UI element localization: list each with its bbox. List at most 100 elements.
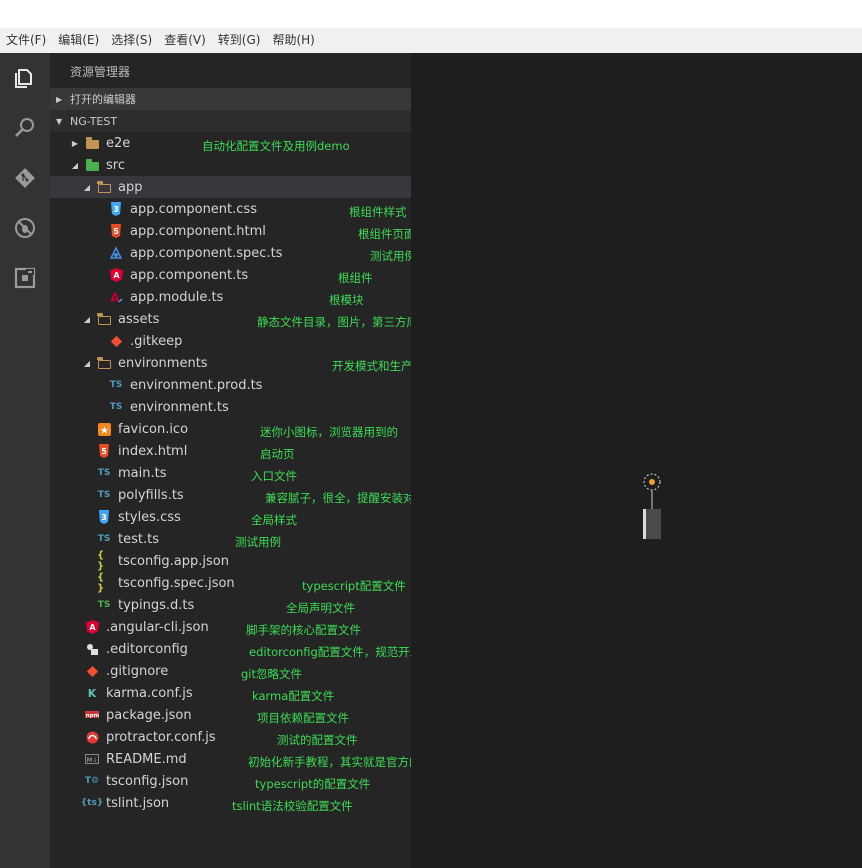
svg-text:A: A <box>113 271 120 280</box>
explorer-icon[interactable] <box>10 63 40 93</box>
annotation-text: 根组件样式 <box>349 205 407 219</box>
git-icon[interactable] <box>10 163 40 193</box>
tree-item[interactable]: ◢ assets 静态文件目录，图片，第三方库什么的 <box>50 308 411 330</box>
json-icon: { } <box>97 572 105 594</box>
annotation-text: 兼容腻子，很全，提醒安装对应的，让你可以兼容到IE10和es6&7的语法 <box>265 491 411 505</box>
annotation-text: 启动页 <box>260 447 295 461</box>
tree-item[interactable]: protractor.conf.js 测试的配置文件 <box>50 726 411 748</box>
tree-item-label: .gitignore <box>106 663 169 679</box>
annotation-text: git忽略文件 <box>241 667 303 681</box>
chevron-down-icon[interactable]: ◢ <box>82 315 92 324</box>
annotation-text: 项目依赖配置文件 <box>257 711 349 725</box>
tree-item[interactable]: {ts} tslint.json tslint语法校验配置文件 <box>50 792 411 814</box>
tree-item[interactable]: { } tsconfig.spec.json typescript配置文件 <box>50 572 411 594</box>
git-icon <box>85 664 99 678</box>
tree-item[interactable]: 5 index.html 启动页 <box>50 440 411 462</box>
css-icon: 3 <box>109 202 123 216</box>
tree-item-label: tsconfig.app.json <box>118 553 229 569</box>
menu-item-2[interactable]: 选择(S) <box>105 28 158 53</box>
tree-item-label: test.ts <box>118 531 159 547</box>
menu-item-5[interactable]: 帮助(H) <box>266 28 320 53</box>
tree-item[interactable]: Kkarma.conf.js karma配置文件 <box>50 682 411 704</box>
tree-item-label: favicon.ico <box>118 421 189 437</box>
tree-item[interactable]: M↓ README.md 初始化新手教程，其实就是官方的readme <box>50 748 411 770</box>
annotation-text: 自动化配置文件及用例demo <box>202 139 350 153</box>
tree-item[interactable]: TS typings.d.ts 全局声明文件 <box>50 594 411 616</box>
annotation-text: typescript配置文件 <box>302 579 406 593</box>
html-icon: 5 <box>109 224 123 238</box>
folder-icon <box>85 136 99 150</box>
tree-item[interactable]: app.component.spec.ts 测试用例的例子 <box>50 242 411 264</box>
tree-item[interactable]: T⚙ tsconfig.json typescript的配置文件 <box>50 770 411 792</box>
tree-item[interactable]: .editorconfig editorconfig配置文件，规范开发用的 <box>50 638 411 660</box>
tree-item[interactable]: TS main.ts 入口文件 <box>50 462 411 484</box>
npm-icon: npm <box>85 708 99 722</box>
svg-text:npm: npm <box>86 713 99 719</box>
menu-item-0[interactable]: 文件(F) <box>0 28 52 53</box>
tree-item[interactable]: TS environment.prod.ts <box>50 374 411 396</box>
tree-item[interactable]: .gitkeep <box>50 330 411 352</box>
menu-item-4[interactable]: 转到(G) <box>212 28 267 53</box>
open-editors-label: 打开的编辑器 <box>70 93 136 106</box>
svg-text:★: ★ <box>100 425 109 436</box>
chevron-down-icon[interactable]: ◢ <box>82 183 92 192</box>
tree-item[interactable]: 3 app.component.css 根组件样式 <box>50 198 411 220</box>
debug-icon[interactable] <box>10 213 40 243</box>
editor-area <box>411 53 862 868</box>
tree-item[interactable]: 3 styles.css 全局样式 <box>50 506 411 528</box>
search-icon[interactable] <box>10 113 40 143</box>
tree-item[interactable]: ▶ e2e 自动化配置文件及用例demo <box>50 132 411 154</box>
menu-item-3[interactable]: 查看(V) <box>158 28 212 53</box>
annotation-text: 初始化新手教程，其实就是官方的readme <box>248 755 411 769</box>
spec-icon <box>109 246 123 260</box>
tree-item-label: .gitkeep <box>130 333 183 349</box>
tree-item[interactable]: .gitignore git忽略文件 <box>50 660 411 682</box>
tree-item[interactable]: TS polyfills.ts 兼容腻子，很全，提醒安装对应的，让你可以兼容到IE1… <box>50 484 411 506</box>
extensions-icon[interactable] <box>10 263 40 293</box>
tree-item-label: environments <box>118 355 208 371</box>
open-editors-header[interactable]: ▶ 打开的编辑器 <box>50 88 411 110</box>
json-icon: { } <box>97 550 105 572</box>
tree-item-label: environment.ts <box>130 399 229 415</box>
tree-item-label: README.md <box>106 751 187 767</box>
annotation-text: 全局声明文件 <box>286 601 355 615</box>
tree-item[interactable]: TS environment.ts <box>50 396 411 418</box>
tree-item[interactable]: { } tsconfig.app.json <box>50 550 411 572</box>
ts-icon: TS <box>97 534 111 544</box>
annotation-text: 根组件页面 <box>358 227 411 241</box>
tree-item[interactable]: TS test.ts 测试用例 <box>50 528 411 550</box>
tree-item[interactable]: Aapp.module.ts 根模块 <box>50 286 411 308</box>
chevron-down-icon[interactable]: ◢ <box>70 161 80 170</box>
tree-item[interactable]: ◢ app <box>50 176 411 198</box>
annotation-text: 根组件 <box>338 271 373 285</box>
project-header[interactable]: ▼ NG-TEST <box>50 110 411 132</box>
chevron-down-icon[interactable]: ◢ <box>82 359 92 368</box>
tree-item[interactable]: npm package.json 项目依赖配置文件 <box>50 704 411 726</box>
annotation-text: 开发模式和生产模式的配置文件，你可以把接口的根路径写在这里 <box>332 359 411 373</box>
tree-item[interactable]: ◢ environments 开发模式和生产模式的配置文件，你可以把接口的根路径写在… <box>50 352 411 374</box>
tree-item[interactable]: ★ favicon.ico 迷你小图标，浏览器用到的 <box>50 418 411 440</box>
annotation-text: 测试用例的例子 <box>370 249 411 263</box>
tree-item[interactable]: A .angular-cli.json 脚手架的核心配置文件 <box>50 616 411 638</box>
tree-item-label: app.module.ts <box>130 289 224 305</box>
svg-text:3: 3 <box>113 205 119 214</box>
tree-item-label: app.component.html <box>130 223 266 239</box>
tree-item-label: tsconfig.spec.json <box>118 575 235 591</box>
annotation-text: typescript的配置文件 <box>255 777 371 791</box>
annotation-text: 测试用例 <box>235 535 281 549</box>
tree-item[interactable]: ◢ src <box>50 154 411 176</box>
annotation-text: karma配置文件 <box>252 689 335 703</box>
svg-text:A: A <box>110 291 120 304</box>
typings-icon: TS <box>97 600 111 610</box>
folder-open-icon <box>97 356 111 370</box>
tsconfig-icon: T⚙ <box>84 776 100 786</box>
svg-text:5: 5 <box>113 227 119 236</box>
tree-item[interactable]: Aapp.component.ts 根组件 <box>50 264 411 286</box>
tree-item-label: src <box>106 157 125 173</box>
tree-item[interactable]: 5 app.component.html 根组件页面 <box>50 220 411 242</box>
chevron-right-icon[interactable]: ▶ <box>70 139 80 148</box>
folder-open-icon <box>97 180 111 194</box>
activity-bar <box>0 53 50 868</box>
menu-item-1[interactable]: 编辑(E) <box>52 28 105 53</box>
tree-item-label: .angular-cli.json <box>106 619 209 635</box>
